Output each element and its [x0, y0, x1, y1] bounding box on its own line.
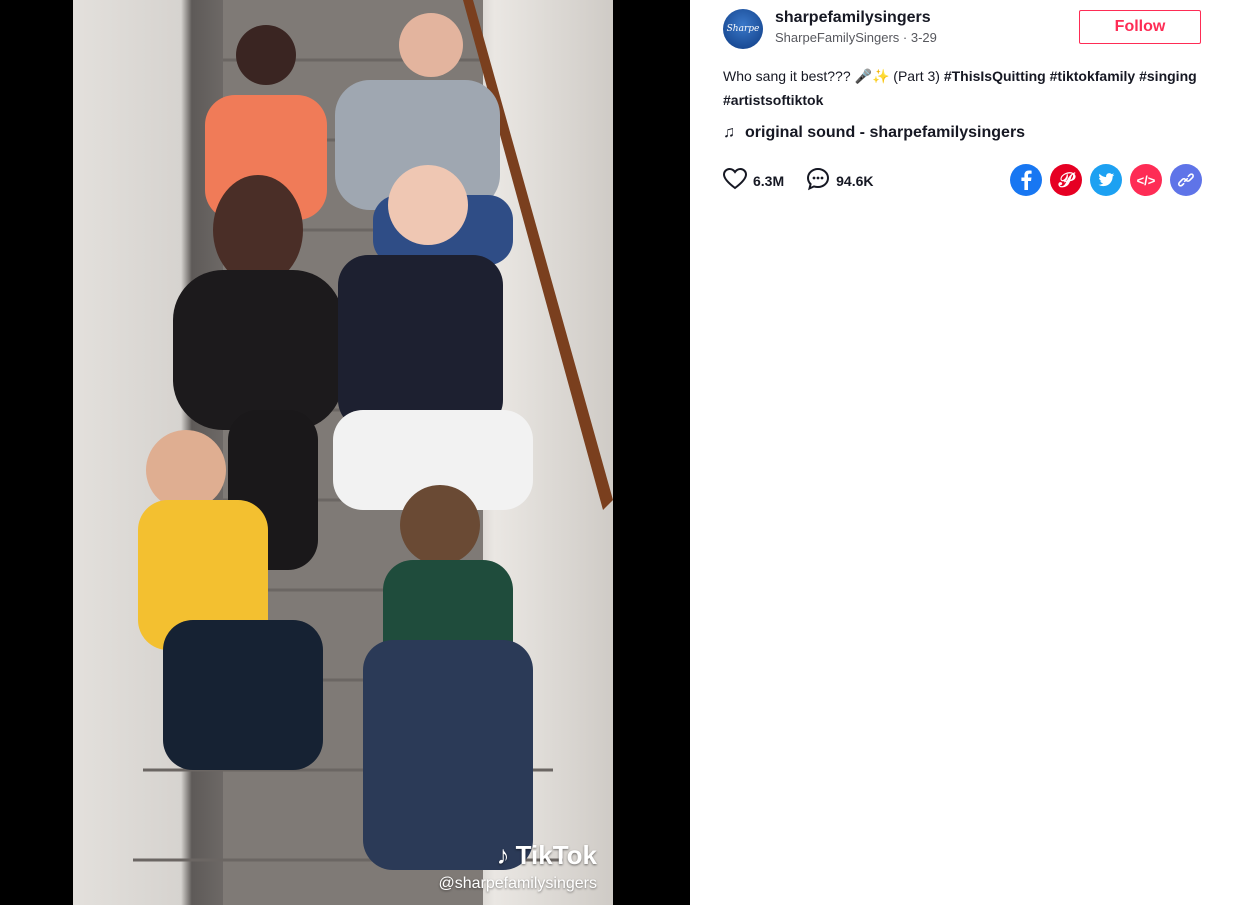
comment-count: 94.6K [836, 172, 874, 189]
facebook-icon[interactable] [1010, 164, 1042, 196]
twitter-icon[interactable] [1090, 164, 1122, 196]
like-count: 6.3M [753, 172, 785, 189]
watermark-handle: @sharpefamilysingers [438, 875, 597, 892]
hashtag-link[interactable]: #artistsoftiktok [723, 92, 823, 108]
hashtag-link[interactable]: #ThisIsQuitting [944, 68, 1046, 84]
comment-icon [806, 167, 830, 194]
video-frame [133, 0, 613, 905]
description-text: Who sang it best??? 🎤✨ (Part 3) [723, 68, 940, 84]
heart-icon [722, 167, 748, 193]
author-username[interactable]: sharpefamilysingers [775, 9, 931, 27]
meta-separator: · [899, 30, 911, 45]
embed-glyph: </> [1136, 172, 1156, 188]
avatar-text: Sharpe [726, 24, 760, 34]
hashtag-link[interactable]: #singing [1139, 68, 1197, 84]
comment-button[interactable]: 94.6K [806, 167, 873, 194]
pinterest-icon[interactable]: 𝒫 [1050, 164, 1082, 196]
watermark-brand: TikTok [515, 840, 597, 870]
share-bar: 𝒫 </> [1010, 164, 1202, 196]
video-description: Who sang it best??? 🎤✨ (Part 3) #ThisIsQ… [723, 64, 1203, 112]
like-button[interactable]: 6.3M [722, 167, 785, 193]
hashtag-link[interactable]: #tiktokfamily [1050, 68, 1136, 84]
avatar[interactable]: Sharpe [723, 9, 763, 49]
author-display-name[interactable]: SharpeFamilySingers [775, 30, 899, 45]
video-player[interactable]: ♪ TikTok @sharpefamilysingers [73, 0, 613, 905]
video-pane[interactable]: ♪ TikTok @sharpefamilysingers [0, 0, 690, 905]
tiktok-logo-icon: ♪ [496, 840, 510, 870]
sound-title[interactable]: original sound - sharpefamilysingers [745, 124, 1025, 142]
author-meta: SharpeFamilySingers · 3-29 [775, 30, 937, 45]
follow-button[interactable]: Follow [1079, 10, 1201, 44]
copy-link-icon[interactable] [1170, 164, 1202, 196]
video-details-panel: Sharpe sharpefamilysingers SharpeFamilyS… [690, 0, 1235, 905]
post-date: 3-29 [910, 30, 937, 45]
engagement-stats: 6.3M 94.6K [722, 167, 895, 194]
embed-icon[interactable]: </> [1130, 164, 1162, 196]
sound-link[interactable]: ♫ original sound - sharpefamilysingers [723, 124, 1025, 142]
pinterest-glyph: 𝒫 [1058, 168, 1074, 192]
music-note-icon: ♫ [723, 124, 735, 141]
tiktok-watermark: ♪ TikTok @sharpefamilysingers [438, 840, 597, 893]
